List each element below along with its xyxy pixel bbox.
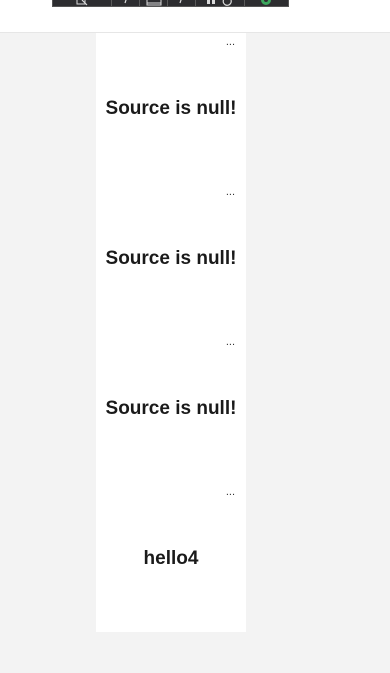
frame-icon bbox=[146, 0, 162, 6]
select-element-icon bbox=[76, 0, 88, 6]
debug-toolbar[interactable] bbox=[52, 0, 289, 7]
overflow-indicator: ... bbox=[225, 36, 235, 48]
step-icon bbox=[124, 0, 127, 4]
frame-button[interactable] bbox=[140, 0, 169, 6]
overflow-indicator: ... bbox=[225, 486, 235, 498]
item-label: Source is null! bbox=[105, 248, 237, 269]
list-item: ... Source is null! bbox=[96, 333, 246, 483]
list-item: ... hello4 bbox=[96, 483, 246, 633]
overflow-indicator: ... bbox=[225, 186, 235, 198]
hot-reload-button[interactable] bbox=[245, 0, 288, 6]
select-element-button[interactable] bbox=[53, 0, 113, 6]
pause-refresh-group[interactable] bbox=[196, 0, 246, 6]
list-item: ... Source is null! bbox=[96, 183, 246, 333]
item-label: Source is null! bbox=[105, 98, 237, 119]
step-button-2[interactable] bbox=[168, 0, 196, 6]
item-label: Source is null! bbox=[105, 398, 237, 419]
step-button[interactable] bbox=[112, 0, 141, 6]
pause-icon bbox=[207, 0, 216, 4]
overflow-indicator: ... bbox=[225, 336, 235, 348]
step-icon bbox=[179, 0, 183, 4]
hot-reload-icon bbox=[260, 0, 271, 5]
list-item: ... Source is null! bbox=[96, 33, 246, 183]
item-list: ... Source is null! ... Source is null! … bbox=[96, 33, 246, 632]
refresh-icon bbox=[222, 0, 232, 6]
item-label: hello4 bbox=[143, 548, 199, 569]
app-window: ... Source is null! ... Source is null! … bbox=[0, 0, 390, 673]
